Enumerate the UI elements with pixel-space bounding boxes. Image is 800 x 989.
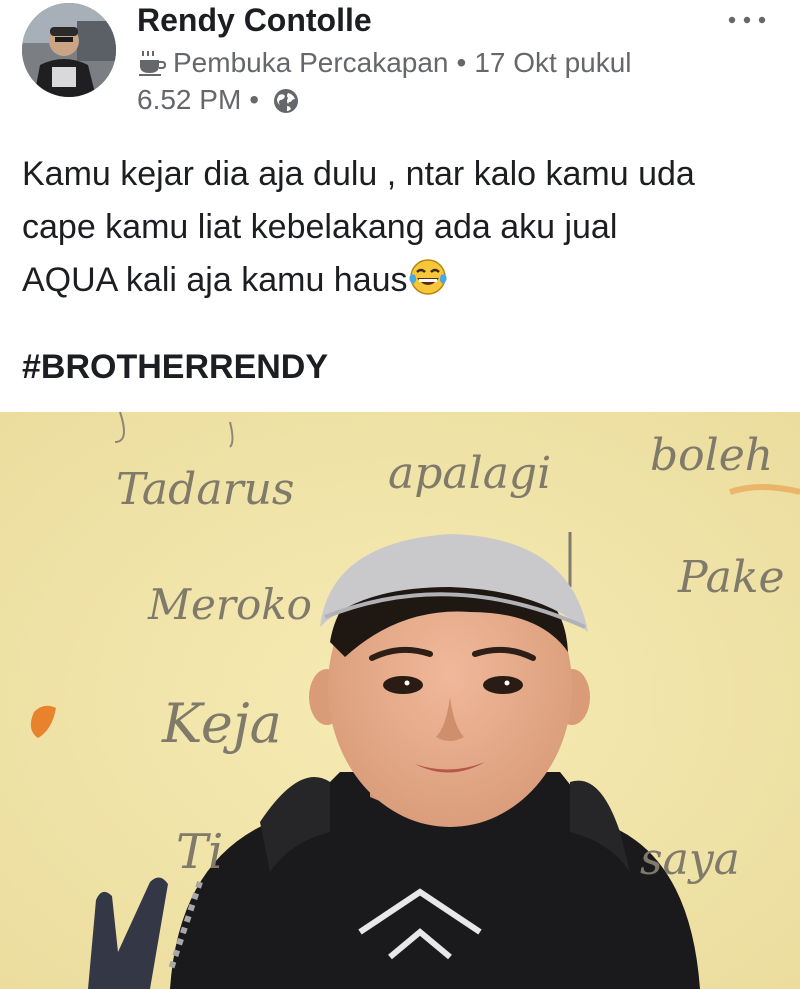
tears-of-joy-emoji-icon bbox=[408, 257, 448, 297]
wall-writing: boleh bbox=[650, 430, 774, 481]
post-photo[interactable]: Tadarus apalagi boleh Meroko Pake Keja T… bbox=[0, 412, 800, 989]
more-options-icon bbox=[728, 16, 766, 24]
wall-writing: apalagi bbox=[388, 448, 552, 499]
post-time[interactable]: 6.52 PM bbox=[137, 82, 241, 118]
badge-label[interactable]: Pembuka Percakapan bbox=[173, 45, 449, 81]
post-text-line-last: AQUA kali aja kamu haus bbox=[22, 254, 782, 307]
post-meta: Pembuka Percakapan • 17 Okt pukul bbox=[137, 45, 632, 81]
post-text-line: Kamu kejar dia aja dulu , ntar kalo kamu… bbox=[22, 155, 695, 193]
wall-writing: saya bbox=[640, 834, 740, 885]
more-options-button[interactable] bbox=[724, 8, 770, 38]
wall-writing: Tadarus bbox=[116, 464, 295, 515]
post-date[interactable]: 17 Okt pukul bbox=[474, 45, 631, 81]
meta-separator-2: • bbox=[249, 84, 260, 115]
meta-separator: • bbox=[456, 47, 467, 78]
post-text-line: cape kamu liat kebelakang ada aku jual bbox=[22, 208, 618, 246]
wall-writing: Pake bbox=[678, 552, 785, 603]
author-name[interactable]: Rendy Contolle bbox=[137, 2, 372, 38]
wall-writing: Meroko bbox=[148, 580, 312, 629]
wall-writing: Ti bbox=[176, 824, 224, 880]
avatar-photo bbox=[22, 3, 116, 97]
wall-writing: Keja bbox=[162, 692, 282, 755]
author-avatar[interactable] bbox=[22, 3, 116, 97]
post-header: Rendy Contolle Pembuka Percakapan • 17 O… bbox=[0, 0, 800, 130]
post-meta-time: 6.52 PM • bbox=[137, 82, 299, 118]
post-body-text: Kamu kejar dia aja dulu , ntar kalo kamu… bbox=[22, 148, 782, 307]
post-text-line: AQUA kali aja kamu haus bbox=[22, 261, 408, 299]
globe-icon[interactable] bbox=[273, 87, 299, 113]
hashtag-link[interactable]: #BROTHERRENDY bbox=[22, 345, 328, 389]
coffee-cup-icon bbox=[137, 48, 167, 78]
